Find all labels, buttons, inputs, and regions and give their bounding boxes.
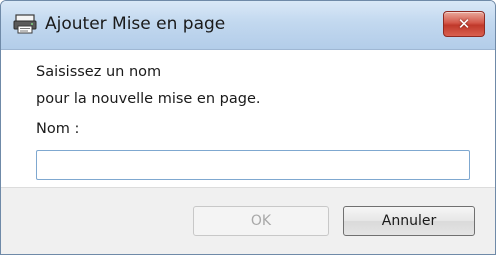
dialog-title: Ajouter Mise en page — [45, 14, 226, 34]
button-bar: OK Annuler — [1, 187, 495, 254]
dialog-window: Ajouter Mise en page ✕ Saisissez un nom … — [0, 0, 496, 255]
name-input[interactable] — [36, 150, 470, 180]
instruction-line-1: Saisissez un nom — [36, 64, 162, 80]
name-label: Nom : — [36, 121, 80, 137]
layout-icon — [13, 14, 37, 34]
dialog-content: Saisissez un nom pour la nouvelle mise e… — [1, 50, 495, 180]
close-icon: ✕ — [457, 15, 471, 33]
instruction-line-2: pour la nouvelle mise en page. — [36, 91, 261, 107]
cancel-button[interactable]: Annuler — [343, 206, 475, 236]
title-bar[interactable]: Ajouter Mise en page ✕ — [1, 1, 495, 50]
ok-button[interactable]: OK — [193, 206, 329, 236]
close-button[interactable]: ✕ — [443, 11, 485, 37]
